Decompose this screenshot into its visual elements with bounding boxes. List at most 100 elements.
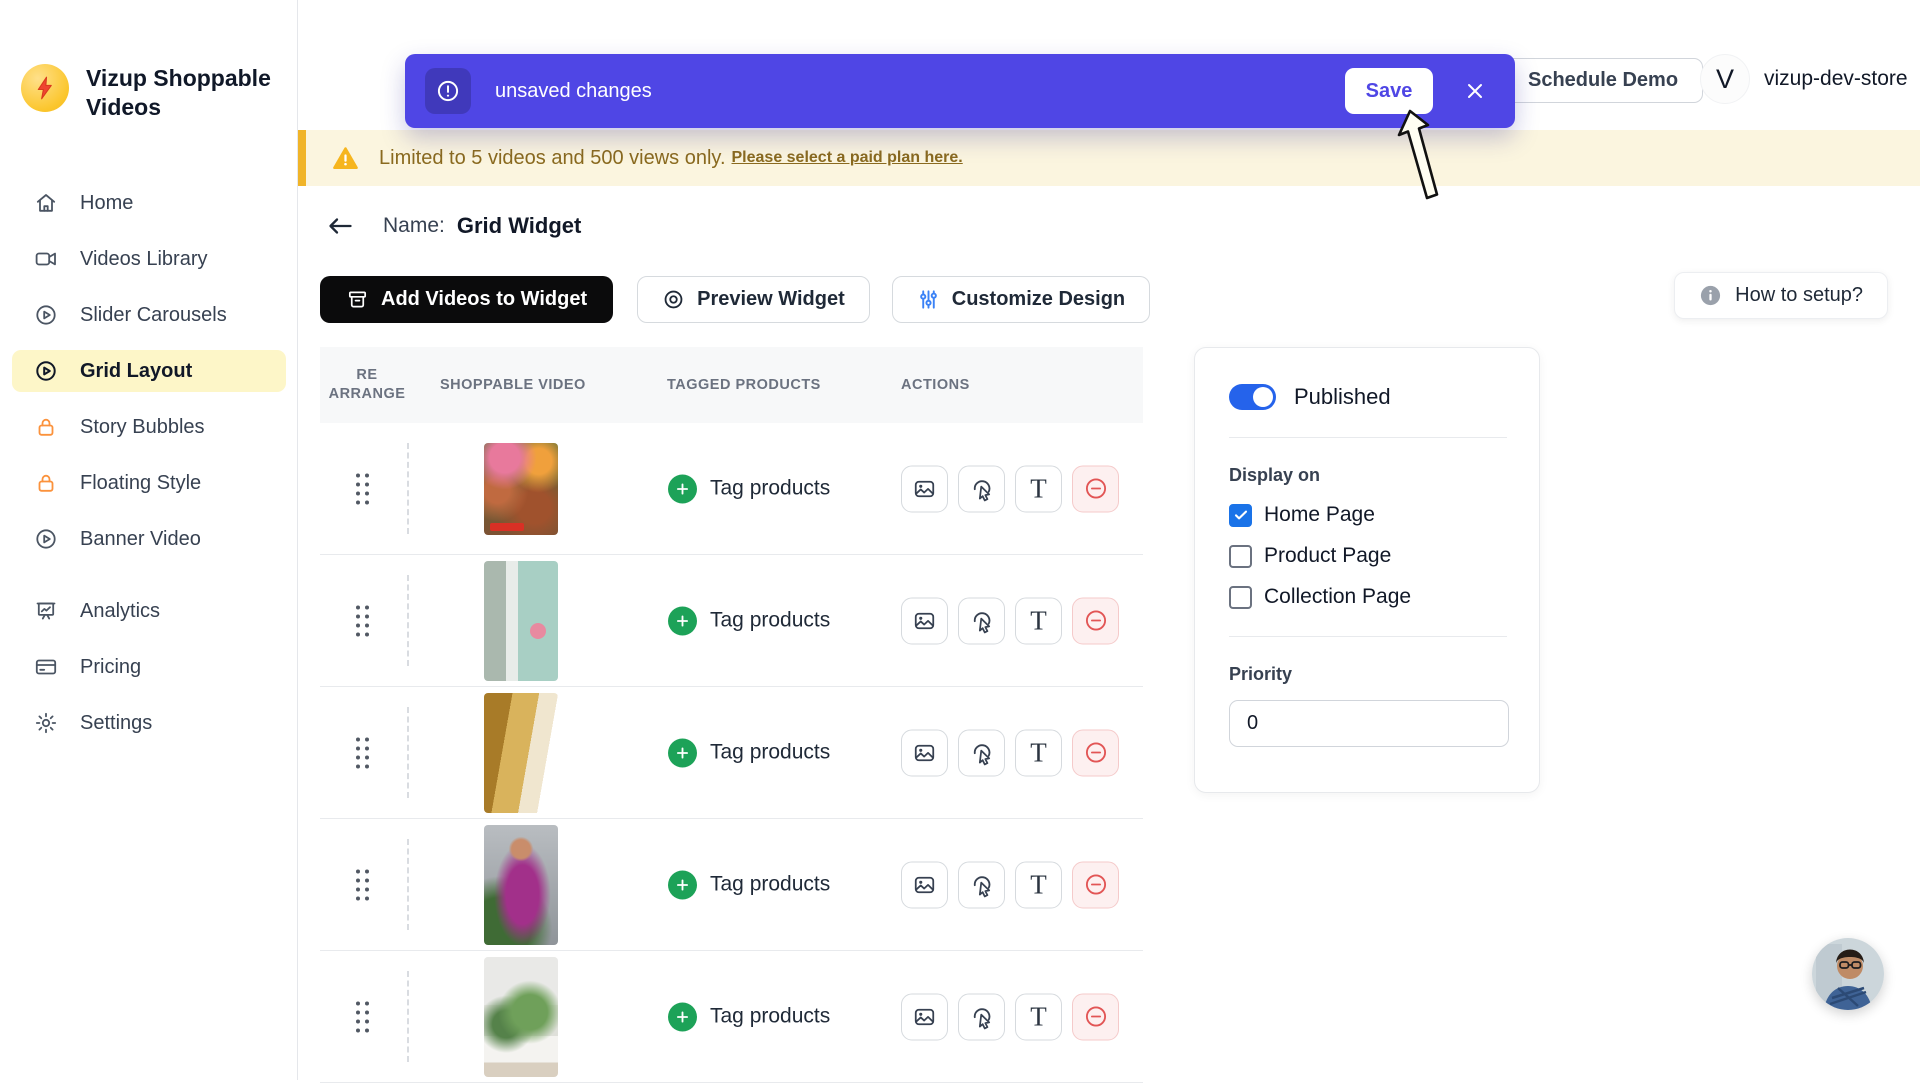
drag-handle-icon[interactable]	[356, 605, 369, 636]
sidebar-item-label: Floating Style	[80, 472, 201, 495]
remove-video-button[interactable]	[1072, 597, 1119, 644]
video-thumbnail[interactable]	[484, 957, 558, 1077]
click-pointer-icon	[969, 476, 995, 502]
lock-icon	[34, 471, 58, 495]
text-overlay-button[interactable]: T	[1015, 993, 1062, 1040]
video-thumbnail[interactable]	[484, 561, 558, 681]
change-thumbnail-button[interactable]	[901, 993, 948, 1040]
customize-design-label: Customize Design	[952, 288, 1125, 311]
checkbox-unchecked-icon[interactable]	[1229, 545, 1252, 568]
close-toast-button[interactable]	[1463, 79, 1487, 103]
tag-products-button[interactable]: Tag products	[668, 738, 830, 767]
dashed-divider	[407, 971, 409, 1062]
sidebar-item-story-bubbles[interactable]: Story Bubbles	[12, 406, 286, 448]
click-pointer-icon	[969, 608, 995, 634]
text-overlay-button[interactable]: T	[1015, 861, 1062, 908]
add-videos-button[interactable]: Add Videos to Widget	[320, 276, 613, 323]
tag-products-button[interactable]: Tag products	[668, 870, 830, 899]
display-option-collection-page[interactable]: Collection Page	[1229, 585, 1507, 609]
sidebar-item-banner-video[interactable]: Banner Video	[12, 518, 286, 560]
display-option-label: Product Page	[1264, 544, 1391, 568]
plus-icon	[668, 870, 697, 899]
video-thumbnail[interactable]	[484, 825, 558, 945]
sidebar-item-floating-style[interactable]: Floating Style	[12, 462, 286, 504]
table-row: Tag products T	[320, 819, 1143, 951]
published-toggle[interactable]	[1229, 384, 1276, 410]
display-option-product-page[interactable]: Product Page	[1229, 544, 1507, 568]
click-pointer-icon	[969, 1004, 995, 1030]
paid-plan-link[interactable]: Please select a paid plan here.	[732, 149, 963, 167]
display-on-label: Display on	[1229, 465, 1507, 486]
remove-video-button[interactable]	[1072, 861, 1119, 908]
click-action-button[interactable]	[958, 861, 1005, 908]
tag-products-label: Tag products	[710, 873, 830, 897]
sliders-icon	[917, 288, 940, 311]
dashed-divider	[407, 839, 409, 930]
remove-video-button[interactable]	[1072, 465, 1119, 512]
app-title: Vizup Shoppable Videos	[86, 64, 271, 122]
tag-products-button[interactable]: Tag products	[668, 474, 830, 503]
video-thumbnail[interactable]	[484, 443, 558, 535]
store-avatar[interactable]: V	[1700, 54, 1750, 104]
priority-label: Priority	[1229, 664, 1507, 685]
remove-video-button[interactable]	[1072, 993, 1119, 1040]
schedule-demo-button[interactable]: Schedule Demo	[1503, 58, 1703, 103]
support-chat-avatar[interactable]	[1812, 938, 1884, 1010]
dashed-divider	[407, 575, 409, 666]
how-to-setup-button[interactable]: How to setup?	[1674, 272, 1888, 319]
tag-products-label: Tag products	[710, 609, 830, 633]
display-option-home-page[interactable]: Home Page	[1229, 503, 1507, 527]
sidebar-item-grid-layout[interactable]: Grid Layout	[12, 350, 286, 392]
video-thumbnail[interactable]	[484, 693, 558, 813]
change-thumbnail-button[interactable]	[901, 465, 948, 512]
text-overlay-button[interactable]: T	[1015, 729, 1062, 776]
sidebar-item-slider-carousels[interactable]: Slider Carousels	[12, 294, 286, 336]
tag-products-label: Tag products	[710, 741, 830, 765]
drag-handle-icon[interactable]	[356, 737, 369, 768]
sidebar-item-analytics[interactable]: Analytics	[12, 590, 286, 632]
click-action-button[interactable]	[958, 993, 1005, 1040]
priority-input[interactable]	[1229, 700, 1509, 747]
image-icon	[912, 740, 937, 765]
preview-widget-button[interactable]: Preview Widget	[637, 276, 870, 323]
remove-video-button[interactable]	[1072, 729, 1119, 776]
drag-handle-icon[interactable]	[356, 1001, 369, 1032]
image-icon	[912, 872, 937, 897]
click-pointer-icon	[969, 740, 995, 766]
person-photo	[1812, 938, 1884, 1010]
how-to-setup-label: How to setup?	[1735, 284, 1863, 307]
change-thumbnail-button[interactable]	[901, 597, 948, 644]
customize-design-button[interactable]: Customize Design	[892, 276, 1150, 323]
change-thumbnail-button[interactable]	[901, 729, 948, 776]
published-label: Published	[1294, 384, 1391, 410]
display-option-label: Home Page	[1264, 503, 1375, 527]
sidebar-item-settings[interactable]: Settings	[12, 702, 286, 744]
plan-limit-banner: Limited to 5 videos and 500 views only. …	[298, 130, 1920, 186]
text-overlay-button[interactable]: T	[1015, 465, 1062, 512]
row-actions: T	[901, 465, 1119, 512]
text-overlay-button[interactable]: T	[1015, 597, 1062, 644]
sidebar-item-label: Home	[80, 192, 133, 215]
back-button[interactable]	[325, 214, 355, 238]
change-thumbnail-button[interactable]	[901, 861, 948, 908]
row-actions: T	[901, 993, 1119, 1040]
play-circle-icon	[34, 527, 58, 551]
click-action-button[interactable]	[958, 597, 1005, 644]
image-icon	[912, 608, 937, 633]
sidebar-item-home[interactable]: Home	[12, 182, 286, 224]
drag-handle-icon[interactable]	[356, 869, 369, 900]
sidebar-item-pricing[interactable]: Pricing	[12, 646, 286, 688]
tag-products-button[interactable]: Tag products	[668, 606, 830, 635]
click-action-button[interactable]	[958, 465, 1005, 512]
tag-products-button[interactable]: Tag products	[668, 1002, 830, 1031]
drag-handle-icon[interactable]	[356, 473, 369, 504]
sidebar-item-label: Pricing	[80, 656, 141, 679]
plus-icon	[668, 1002, 697, 1031]
dashed-divider	[407, 443, 409, 534]
row-actions: T	[901, 729, 1119, 776]
checkbox-unchecked-icon[interactable]	[1229, 586, 1252, 609]
checkbox-checked-icon[interactable]	[1229, 504, 1252, 527]
click-action-button[interactable]	[958, 729, 1005, 776]
sidebar-item-videos-library[interactable]: Videos Library	[12, 238, 286, 280]
plus-icon	[668, 738, 697, 767]
